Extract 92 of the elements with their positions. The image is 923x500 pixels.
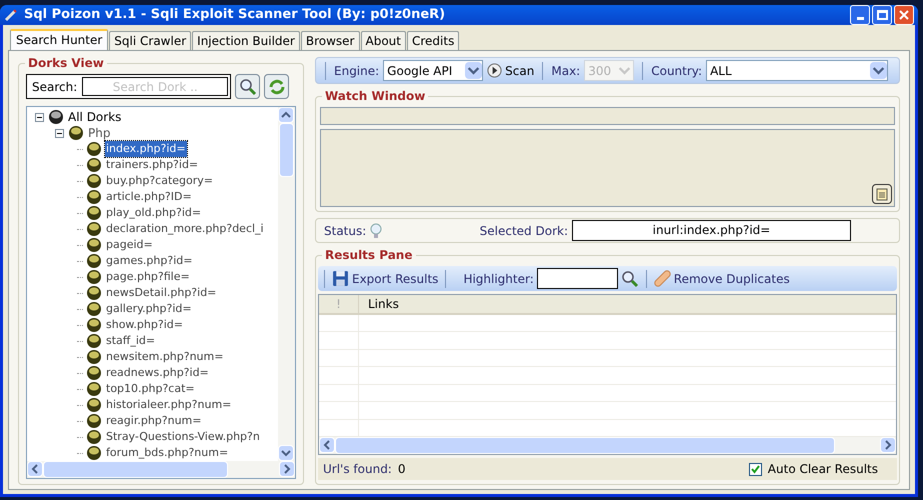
tree-item[interactable]: trainers.php?id=: [105, 156, 200, 174]
search-field[interactable]: Search Dork ..: [82, 77, 228, 96]
tree-item[interactable]: top10.php?cat=: [105, 380, 196, 398]
scroll-right-button[interactable]: [279, 461, 295, 477]
orb-icon: [86, 381, 102, 397]
play-icon[interactable]: [487, 63, 502, 78]
auto-clear-checkbox[interactable]: [748, 462, 762, 476]
orb-icon: [86, 365, 102, 381]
scroll-left-button[interactable]: [27, 461, 43, 477]
scroll-thumb[interactable]: [43, 461, 228, 478]
tree-item[interactable]: Stray-Questions-View.php?n: [105, 428, 261, 446]
orb-icon: [86, 445, 102, 461]
orb-icon: [86, 189, 102, 205]
tree-item[interactable]: staff_id=: [105, 332, 156, 350]
urls-found-label: Url's found:: [323, 461, 392, 478]
orb-icon: [86, 253, 102, 269]
tree-item[interactable]: play_old.php?id=: [105, 204, 202, 222]
tab[interactable]: Injection Builder: [192, 31, 300, 50]
collapse-icon[interactable]: [35, 112, 44, 122]
collapse-icon[interactable]: [55, 128, 64, 138]
tree-item[interactable]: historialeer.php?num=: [105, 396, 232, 414]
highlighter-label: Highlighter:: [463, 270, 534, 288]
tab[interactable]: About: [360, 31, 406, 50]
orb-icon: [86, 141, 102, 157]
tree-node[interactable]: All Dorks: [68, 108, 122, 126]
orb-icon: [86, 349, 102, 365]
tree-item[interactable]: page.php?file=: [105, 268, 191, 286]
orb-icon: [86, 333, 102, 349]
orb-icon: [86, 237, 102, 253]
country-label: Country:: [651, 62, 702, 80]
orb-icon: [86, 205, 102, 221]
scroll-down-button[interactable]: [278, 445, 294, 461]
auto-clear-label[interactable]: Auto Clear Results: [768, 460, 878, 478]
tree-item[interactable]: article.php?ID=: [105, 188, 193, 206]
remove-duplicates-button[interactable]: Remove Duplicates: [654, 270, 790, 288]
check-icon: [750, 464, 760, 474]
tab[interactable]: Browser: [300, 31, 360, 50]
tab[interactable]: Search Hunter: [10, 29, 108, 50]
orb-icon: [86, 269, 102, 285]
tree-item[interactable]: gallery.php?id=: [105, 300, 193, 318]
orb-icon: [86, 157, 102, 173]
clipboard-button[interactable]: [872, 184, 892, 204]
minimize-button[interactable]: [850, 5, 870, 25]
tab[interactable]: Sqli Crawler: [109, 31, 192, 50]
tree-node[interactable]: Php: [88, 124, 110, 142]
tree-item[interactable]: forum_bds.php?num=: [105, 444, 230, 461]
tree-item[interactable]: declaration_more.php?decl_i: [105, 220, 265, 238]
tree-item[interactable]: games.php?id=: [105, 252, 194, 270]
syringe-icon: [4, 8, 18, 22]
orb-icon: [86, 301, 102, 317]
orb-icon: [86, 397, 102, 413]
close-icon[interactable]: [899, 10, 909, 20]
tree-item[interactable]: newsitem.php?num=: [105, 348, 224, 366]
tree-item[interactable]: reagir.php?num=: [105, 412, 202, 430]
max-label: Max:: [551, 62, 580, 80]
tree-item[interactable]: newsDetail.php?id=: [105, 284, 218, 302]
tab[interactable]: Credits: [406, 31, 460, 50]
tree-item[interactable]: readnews.php?id=: [105, 364, 210, 382]
selected-dork-label: Selected Dork:: [480, 222, 568, 240]
scroll-right-button[interactable]: [880, 437, 896, 453]
orb-icon: [86, 429, 102, 445]
column-header[interactable]: Links: [359, 295, 399, 313]
highlighter-field[interactable]: [536, 268, 618, 289]
selected-dork-field[interactable]: inurl:index.php?id=: [572, 220, 851, 241]
tree-item[interactable]: show.php?id=: [105, 316, 184, 334]
orb-icon: [86, 221, 102, 237]
country-dropdown[interactable]: ALL: [706, 60, 888, 81]
search-label: Search:: [32, 78, 78, 96]
scroll-up-button[interactable]: [278, 107, 294, 123]
close-button[interactable]: [894, 5, 914, 25]
clipboard-icon[interactable]: [876, 187, 888, 201]
engine-dropdown[interactable]: Google API: [383, 60, 484, 81]
orb-icon: [86, 285, 102, 301]
window-title: Sql Poizon v1.1 - Sqli Exploit Scanner Tool (By: p0!z0neR): [24, 6, 446, 24]
scan-button[interactable]: Scan: [487, 62, 534, 80]
engine-label: Engine:: [334, 62, 380, 80]
orb-icon: [68, 125, 84, 141]
orb-icon: [86, 173, 102, 189]
maximize-button[interactable]: [872, 5, 892, 25]
lightbulb-icon: [370, 222, 382, 238]
export-results-button[interactable]: Export Results: [332, 270, 438, 288]
search-icon[interactable]: [620, 270, 639, 288]
scroll-left-button[interactable]: [319, 437, 335, 453]
tree-item[interactable]: index.php?id=: [105, 140, 187, 158]
status-label: Status:: [324, 222, 366, 240]
orb-icon: [86, 317, 102, 333]
scroll-thumb[interactable]: [279, 123, 294, 177]
orb-icon: [48, 109, 64, 125]
urls-found-count: 0: [398, 461, 406, 478]
tree-item[interactable]: buy.php?category=: [105, 172, 214, 190]
tree-item[interactable]: pageid=: [105, 236, 154, 254]
orb-icon: [86, 413, 102, 429]
